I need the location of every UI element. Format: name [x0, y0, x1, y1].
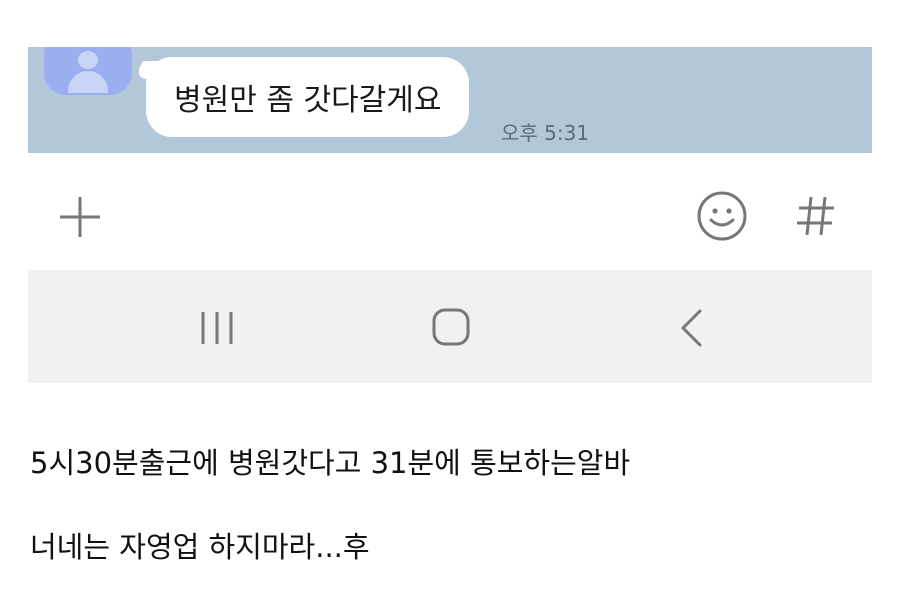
chat-input-bar — [28, 153, 872, 270]
message-timestamp: 오후 5:31 — [501, 121, 590, 145]
system-nav-bar — [28, 270, 872, 383]
hash-icon[interactable] — [794, 193, 838, 239]
avatar-head — [78, 51, 98, 69]
plus-icon[interactable] — [56, 193, 104, 241]
avatar-shoulders — [68, 71, 108, 93]
caption-line-2: 너네는 자영업 하지마라...후 — [30, 530, 370, 564]
chat-area: 병원만 좀 갓다갈게요 오후 5:31 — [28, 47, 872, 153]
caption-line-1: 5시30분출근에 병원갓다고 31분에 통보하는알바 — [30, 446, 631, 480]
message-bubble[interactable]: 병원만 좀 갓다갈게요 — [146, 57, 470, 137]
avatar[interactable] — [44, 47, 132, 95]
recents-icon[interactable] — [198, 310, 238, 346]
back-icon[interactable] — [678, 308, 704, 348]
emoji-icon[interactable] — [696, 190, 748, 242]
home-icon[interactable] — [431, 307, 471, 347]
